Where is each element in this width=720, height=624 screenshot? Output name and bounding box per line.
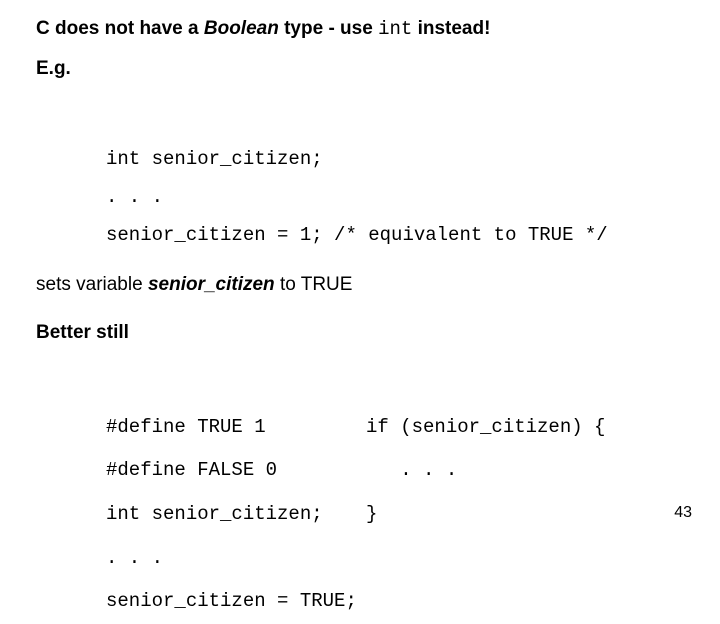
heading-post: instead! — [412, 18, 490, 39]
two-column-code: #define TRUE 1 #define FALSE 0 int senio… — [106, 362, 692, 624]
eg-label: E.g. — [36, 58, 692, 80]
setline-pre: sets variable — [36, 274, 148, 295]
code1-l1: int senior_citizen; — [106, 148, 323, 170]
code-left-col: #define TRUE 1 #define FALSE 0 int senio… — [106, 362, 366, 624]
setline-var: senior_citizen — [148, 274, 275, 295]
left-l3: int senior_citizen; — [106, 503, 323, 525]
code1-l3: senior_citizen = 1; /* equivalent to TRU… — [106, 224, 608, 246]
heading-mid: type - use — [279, 18, 378, 39]
left-l2: #define FALSE 0 — [106, 459, 277, 481]
heading-boolean: Boolean — [204, 18, 279, 39]
right-l2: . . . — [366, 459, 457, 481]
setline-post: to TRUE — [275, 274, 353, 295]
better-still-label: Better still — [36, 322, 692, 344]
heading-line: C does not have a Boolean type - use int… — [36, 18, 692, 40]
left-l1: #define TRUE 1 — [106, 416, 266, 438]
left-l4: . . . — [106, 547, 163, 569]
left-l5: senior_citizen = TRUE; — [106, 590, 357, 612]
page-number: 43 — [674, 504, 692, 522]
sets-variable-line: sets variable senior_citizen to TRUE — [36, 274, 692, 296]
slide-content: C does not have a Boolean type - use int… — [0, 0, 720, 624]
code1-l2: . . . — [106, 186, 163, 208]
right-l3: } — [366, 503, 377, 525]
code-block-1: int senior_citizen; . . . senior_citizen… — [106, 102, 692, 254]
right-l1: if (senior_citizen) { — [366, 416, 605, 438]
heading-int: int — [378, 18, 412, 40]
code-right-col: if (senior_citizen) { . . . } — [366, 362, 605, 624]
heading-pre: C does not have a — [36, 18, 204, 39]
